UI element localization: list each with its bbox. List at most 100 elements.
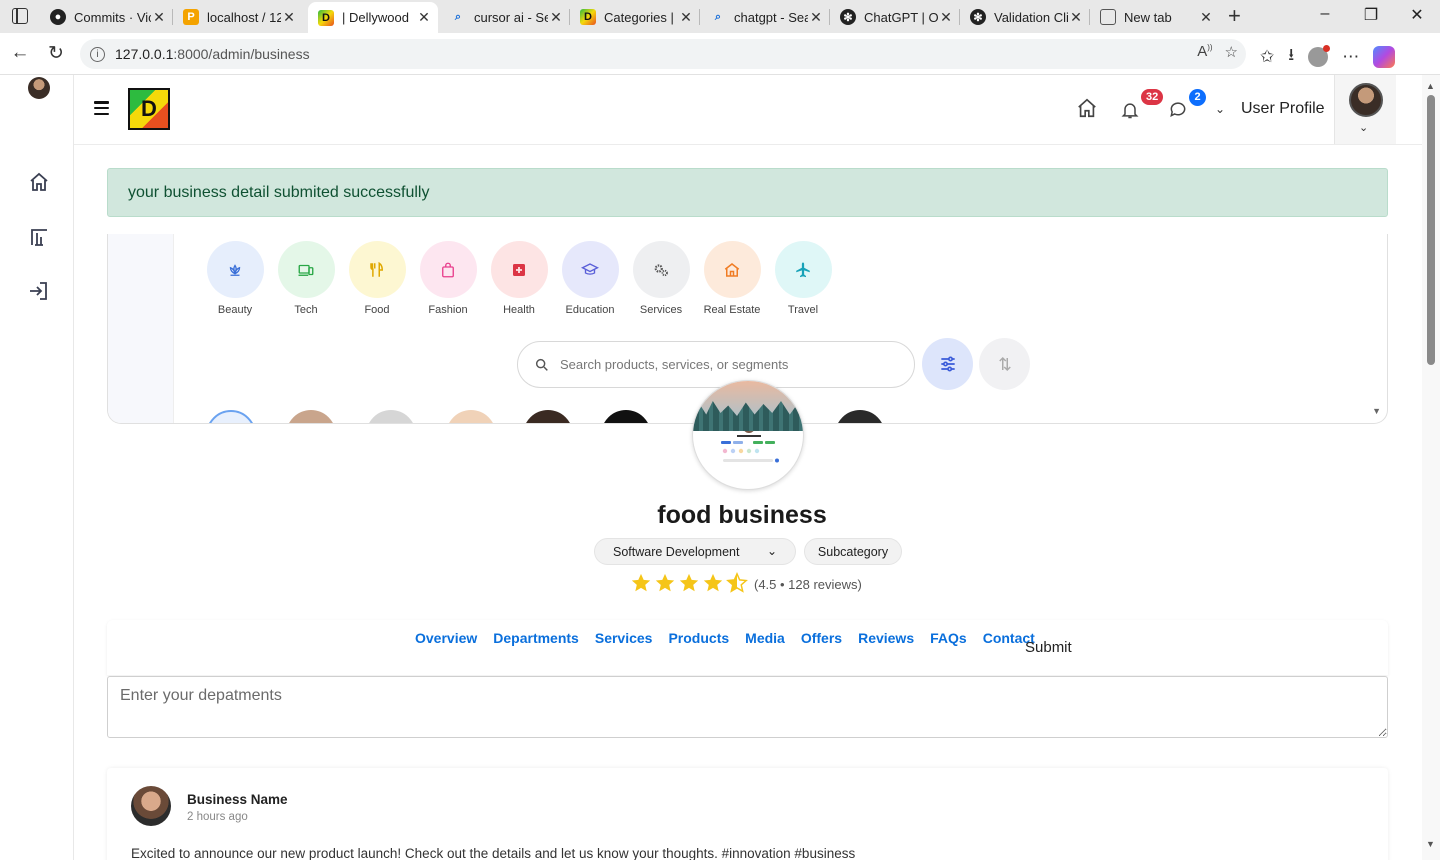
tab-overview[interactable]: Overview xyxy=(415,630,477,646)
gears-icon xyxy=(654,263,668,276)
browser-tab[interactable]: ● Commits · Vic ✕ xyxy=(40,4,173,30)
search-icon: ⌕ xyxy=(454,10,462,23)
departments-input[interactable] xyxy=(107,676,1388,738)
category-label: Health xyxy=(503,304,535,316)
story-circle[interactable] xyxy=(835,410,885,423)
bell-icon[interactable] xyxy=(1120,99,1140,121)
back-icon[interactable]: ← xyxy=(8,42,32,64)
tab-products[interactable]: Products xyxy=(668,630,729,646)
header-home-icon[interactable] xyxy=(1076,97,1098,119)
category-item[interactable]: Tech xyxy=(277,241,335,316)
chat-icon[interactable] xyxy=(1168,99,1188,119)
browser-tab[interactable]: New tab ✕ xyxy=(1090,4,1220,30)
sort-button[interactable] xyxy=(979,338,1030,390)
category-item[interactable]: Travel xyxy=(774,241,832,316)
category-circle xyxy=(561,241,619,298)
browser-tab[interactable]: ✻ ChatGPT | Op ✕ xyxy=(830,4,960,30)
read-aloud-icon[interactable]: A)) xyxy=(1197,43,1212,61)
shopping-bag-icon xyxy=(442,262,454,277)
category-item[interactable]: Food xyxy=(348,241,406,316)
category-item[interactable]: Real Estate xyxy=(703,241,761,316)
url-field[interactable]: i 127.0.0.1:8000/admin/business A)) ☆ xyxy=(80,39,1246,69)
browser-tab[interactable]: Plocalhost / 12 ✕ xyxy=(173,4,303,30)
story-circle[interactable] xyxy=(366,410,416,423)
user-profile-link[interactable]: User Profile xyxy=(1241,100,1325,118)
close-tab-icon[interactable]: ✕ xyxy=(678,9,694,26)
notifications-badge: 32 xyxy=(1141,89,1164,105)
scrollbar-thumb[interactable] xyxy=(1427,95,1435,365)
tab-media[interactable]: Media xyxy=(745,630,785,646)
minimize-icon[interactable]: – xyxy=(1315,5,1335,23)
story-circle[interactable] xyxy=(446,410,496,423)
category-item[interactable]: Services xyxy=(632,241,690,316)
tab-title: Categories | D xyxy=(604,9,678,25)
story-circle[interactable] xyxy=(286,410,336,423)
chart-icon[interactable] xyxy=(27,225,51,249)
category-select[interactable]: Software Development ⌄ xyxy=(594,538,796,565)
restore-icon[interactable]: ❐ xyxy=(1361,5,1381,25)
category-item[interactable]: Education xyxy=(561,241,619,316)
close-window-icon[interactable]: ✕ xyxy=(1407,5,1427,25)
category-circle xyxy=(703,241,761,298)
tab-separator xyxy=(1089,9,1090,25)
home-icon[interactable] xyxy=(27,170,51,194)
scroll-down-icon[interactable]: ▼ xyxy=(1372,406,1381,416)
story-circle[interactable] xyxy=(601,410,651,423)
filter-button[interactable] xyxy=(922,338,973,390)
tab-reviews[interactable]: Reviews xyxy=(858,630,914,646)
success-alert: your business detail submited successful… xyxy=(107,168,1388,217)
close-tab-icon[interactable]: ✕ xyxy=(1198,9,1214,26)
category-item[interactable]: Health xyxy=(490,241,548,316)
close-tab-icon[interactable]: ✕ xyxy=(416,9,432,26)
login-icon[interactable] xyxy=(27,279,51,303)
story-circle[interactable] xyxy=(206,410,256,423)
openai-icon: ✻ xyxy=(970,9,986,25)
business-avatar[interactable] xyxy=(692,380,804,490)
site-info-icon[interactable]: i xyxy=(90,46,105,62)
sidebar-avatar[interactable] xyxy=(28,77,50,99)
copilot-icon[interactable] xyxy=(1373,45,1396,68)
close-tab-icon[interactable]: ✕ xyxy=(1068,9,1084,26)
category-label: Food xyxy=(364,304,390,316)
post-author-avatar[interactable] xyxy=(131,786,171,826)
close-tab-icon[interactable]: ✕ xyxy=(151,9,167,26)
favorite-star-icon[interactable]: ☆ xyxy=(1225,43,1238,61)
close-tab-icon[interactable]: ✕ xyxy=(281,9,297,26)
scroll-down-icon[interactable]: ▼ xyxy=(1426,839,1435,849)
new-tab-button[interactable]: + xyxy=(1228,3,1248,29)
browser-profile-icon[interactable] xyxy=(1308,44,1331,67)
browser-tab[interactable]: ✻ Validation Cli ✕ xyxy=(960,4,1090,30)
profile-dropdown[interactable]: ⌄ xyxy=(1334,75,1396,144)
category-item[interactable]: Fashion xyxy=(419,241,477,316)
devices-icon xyxy=(298,264,314,276)
tab-departments[interactable]: Departments xyxy=(493,630,579,646)
category-item[interactable]: Beauty xyxy=(206,241,264,316)
more-menu-icon[interactable]: ⋯ xyxy=(1342,47,1359,67)
browser-tab[interactable]: D Categories | D✕ xyxy=(570,4,700,30)
tab-faqs[interactable]: FAQs xyxy=(930,630,967,646)
chevron-down-icon: ⌄ xyxy=(766,544,777,558)
tab-services[interactable]: Services xyxy=(595,630,653,646)
reload-icon[interactable]: ↻ xyxy=(44,42,68,65)
tab-offers[interactable]: Offers xyxy=(801,630,842,646)
close-tab-icon[interactable]: ✕ xyxy=(548,9,564,26)
close-tab-icon[interactable]: ✕ xyxy=(938,9,954,26)
browser-tab[interactable]: ⌕ cursor ai - Se ✕ xyxy=(440,4,570,30)
page-scrollbar[interactable]: ▲ ▼ xyxy=(1422,75,1440,860)
close-tab-icon[interactable]: ✕ xyxy=(808,9,824,26)
browser-tab[interactable]: D | Dellywood ✕ xyxy=(308,2,438,33)
scroll-up-icon[interactable]: ▲ xyxy=(1426,81,1435,91)
browser-tab[interactable]: ⌕ chatgpt - Sea ✕ xyxy=(700,4,830,30)
post-author-name[interactable]: Business Name xyxy=(187,792,288,807)
openai-icon: ✻ xyxy=(840,9,856,25)
downloads-icon[interactable]: ⭳ xyxy=(1288,42,1294,71)
subcategory-chip[interactable]: Subcategory xyxy=(804,538,902,565)
category-circle xyxy=(419,241,477,298)
dellywood-logo[interactable]: D xyxy=(128,88,170,130)
menu-toggle-icon[interactable] xyxy=(94,101,109,116)
chevron-down-icon[interactable]: ⌄ xyxy=(1215,102,1225,116)
favorites-icon[interactable]: ✩ xyxy=(1260,47,1274,67)
submit-button[interactable]: Submit xyxy=(1025,639,1072,656)
tab-actions-icon[interactable] xyxy=(12,8,28,24)
story-circle[interactable] xyxy=(523,410,573,423)
